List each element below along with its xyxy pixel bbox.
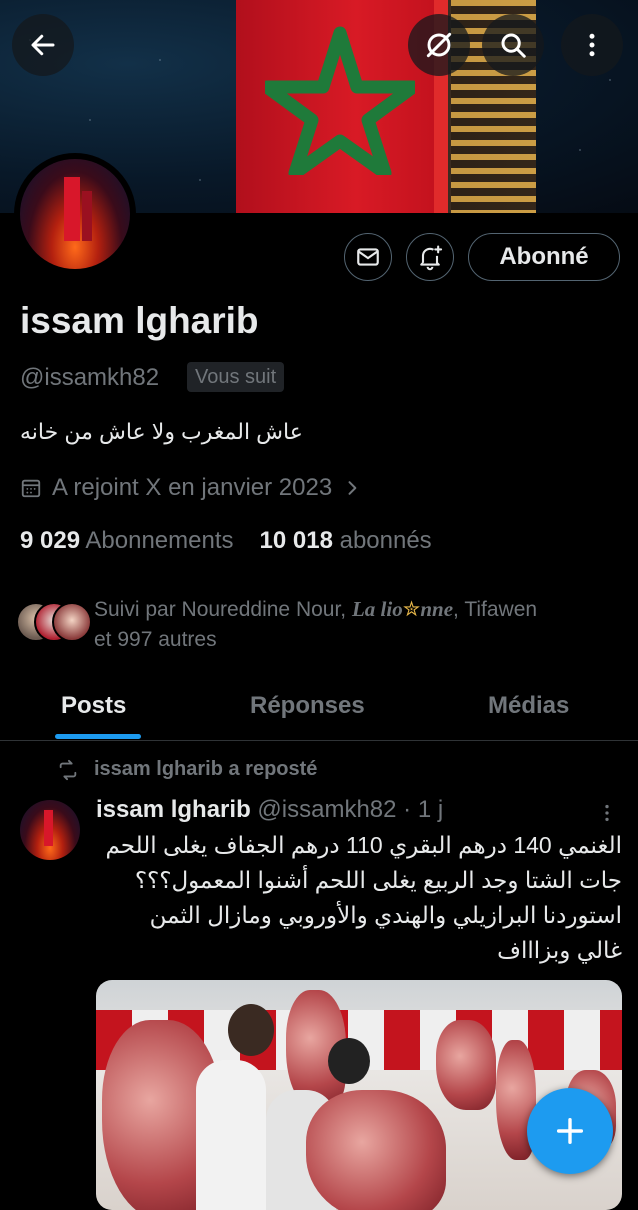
star-emoji-icon: ✮ (402, 598, 421, 621)
followers-stat[interactable]: 10 018 abonnés (260, 527, 432, 555)
following-button[interactable]: Abonné (468, 233, 620, 281)
post-image[interactable] (96, 980, 622, 1210)
follower-avatar (52, 602, 92, 642)
moroccan-star-icon (265, 26, 415, 175)
notifications-button[interactable] (406, 233, 454, 281)
repost-indicator: issam lgharib a reposté (56, 758, 317, 781)
search-button[interactable] (482, 14, 544, 76)
post-time: · 1 j (403, 796, 444, 823)
more-vertical-icon (605, 804, 609, 822)
profile-avatar[interactable] (14, 153, 136, 275)
following-stat[interactable]: 9 029 Abonnements (20, 527, 234, 555)
envelope-icon (357, 248, 379, 266)
profile-bio: عاش المغرب ولا عاش من خانه (20, 419, 303, 444)
follower-avatars (16, 602, 94, 642)
grok-button[interactable] (408, 14, 470, 76)
more-options-button[interactable] (561, 14, 623, 76)
post-author[interactable]: issam lgharib (96, 796, 251, 823)
joined-text: A rejoint X en janvier 2023 (52, 474, 333, 501)
follows-you-badge: Vous suit (187, 362, 285, 392)
active-tab-indicator (55, 734, 141, 739)
post-avatar[interactable] (20, 800, 80, 860)
more-vertical-icon (589, 33, 595, 57)
chevron-right-icon (348, 481, 357, 495)
slash-circle-icon (426, 32, 452, 58)
search-icon (501, 33, 526, 58)
post-handle[interactable]: @issamkh82 (257, 796, 396, 823)
post-text: الغنمي 140 درهم البقري 110 درهم الجفاف ي… (105, 832, 623, 963)
profile-tabs: Posts Réponses Médias (0, 680, 638, 741)
followed-by[interactable]: Suivi par Noureddine Nour, La lio✮nne, T… (16, 594, 626, 655)
post-more-button[interactable] (596, 802, 618, 829)
back-button[interactable] (12, 14, 74, 76)
follow-stats: 9 029 Abonnements 10 018 abonnés (20, 527, 432, 555)
profile-handle: @issamkh82 (20, 364, 160, 391)
tab-replies[interactable]: Réponses (250, 692, 365, 720)
bell-plus-icon (420, 245, 443, 271)
calendar-icon (21, 479, 41, 498)
compose-button[interactable] (527, 1088, 613, 1174)
arrow-left-icon (31, 34, 55, 56)
tab-posts[interactable]: Posts (61, 692, 126, 720)
post-header: issam lgharib @issamkh82 · 1 j (96, 796, 443, 824)
message-button[interactable] (344, 233, 392, 281)
plus-icon (556, 1117, 584, 1145)
followed-by-text: Suivi par Noureddine Nour, La lio✮nne, T… (94, 597, 538, 651)
repost-icon (59, 759, 77, 780)
tab-media[interactable]: Médias (488, 692, 569, 720)
joined-date[interactable]: A rejoint X en janvier 2023 (20, 474, 362, 502)
profile-name: issam lgharib (20, 300, 259, 341)
